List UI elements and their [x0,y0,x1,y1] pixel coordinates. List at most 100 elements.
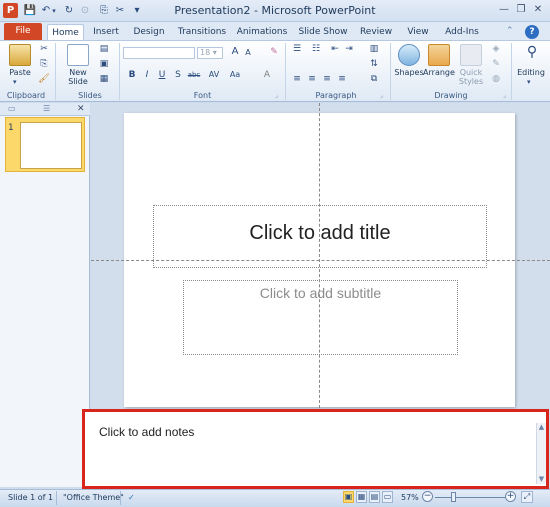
minimize-ribbon-icon[interactable]: ⌃ [506,26,516,38]
tab-slide-show[interactable]: Slide Show [298,24,348,40]
shadow-button[interactable]: S [172,70,184,80]
clear-formatting-icon[interactable]: ✎ [268,47,280,57]
shapes-icon[interactable] [398,44,420,66]
slides-tab-icon[interactable]: ▭ [8,104,18,114]
editing-dropdown-icon[interactable]: ▾ [527,78,531,86]
slide-sorter-icon[interactable]: ▦ [356,491,367,503]
font-dialog-launcher-icon[interactable]: ⌟ [275,92,278,99]
paste-label[interactable]: Paste [5,68,35,77]
editing-label[interactable]: Editing [514,68,548,77]
font-name-dropdown[interactable] [123,47,195,59]
slide-show-icon[interactable]: ▭ [382,491,393,503]
copy-icon[interactable]: ⎘ [97,4,111,18]
align-left-icon[interactable]: ≡ [291,74,303,84]
notes-placeholder-text[interactable]: Click to add notes [99,425,194,439]
theme-status[interactable]: "Office Theme" [63,492,124,504]
repeat-icon[interactable]: ⊙ [78,4,92,18]
minimize-button[interactable]: — [496,3,512,17]
reading-view-icon[interactable]: ▤ [369,491,380,503]
tab-view[interactable]: View [403,24,433,40]
align-center-icon[interactable]: ≡ [306,74,318,84]
font-size-dropdown[interactable]: 18 ▾ [197,47,223,59]
zoom-level[interactable]: 57% [401,492,419,504]
section-icon[interactable]: ▦ [98,74,110,84]
decrease-indent-icon[interactable]: ⇤ [329,44,341,54]
quick-styles-icon[interactable] [460,44,482,66]
paragraph-dialog-launcher-icon[interactable]: ⌟ [380,92,383,99]
close-button[interactable]: ✕ [530,3,546,17]
shrink-font-icon[interactable]: A [242,48,254,58]
zoom-in-button[interactable]: + [505,491,516,502]
arrange-icon[interactable] [428,44,450,66]
underline-button[interactable]: U [156,70,168,80]
redo-icon[interactable]: ↻ [62,4,76,18]
scroll-down-icon[interactable]: ▼ [537,475,546,484]
layout-icon[interactable]: ▤ [98,44,110,54]
drawing-dialog-launcher-icon[interactable]: ⌟ [503,92,506,99]
group-label-font: Font [193,91,212,100]
tab-add-ins[interactable]: Add-Ins [443,24,481,40]
subtitle-placeholder-text[interactable]: Click to add subtitle [183,285,458,301]
powerpoint-app-icon[interactable]: P [3,3,18,18]
numbering-icon[interactable]: ☷ [310,44,322,54]
columns-icon[interactable]: ▥ [368,44,380,54]
copy-icon[interactable]: ⎘ [38,59,50,69]
outline-tab-icon[interactable]: ☰ [43,104,53,114]
customize-qat-icon[interactable]: ▾ [130,4,144,18]
tab-home[interactable]: Home [47,24,84,40]
text-direction-icon[interactable]: ⇅ [368,59,380,69]
tab-file[interactable]: File [4,23,42,40]
find-binoculars-icon[interactable]: ⚲ [522,44,542,64]
undo-dropdown-icon[interactable]: ▾ [50,4,58,18]
new-slide-label[interactable]: New [60,68,96,77]
grow-font-icon[interactable]: A [229,47,241,57]
shapes-label[interactable]: Shapes [393,68,425,77]
close-pane-icon[interactable]: ✕ [77,104,87,114]
paste-icon[interactable] [9,44,31,66]
tab-animations[interactable]: Animations [236,24,288,40]
slide-thumbnail[interactable] [20,122,82,169]
bold-button[interactable]: B [126,70,138,80]
bullets-icon[interactable]: ☰ [291,44,303,54]
format-painter-icon[interactable]: 🖌 [38,74,50,84]
cut-icon[interactable]: ✂ [38,44,50,54]
change-case-button[interactable]: Aa [229,70,241,80]
zoom-slider-thumb[interactable] [451,492,456,502]
smartart-icon[interactable]: ⧉ [368,74,380,84]
shape-effects-icon[interactable]: ◍ [490,74,502,84]
spell-check-icon[interactable]: ✓ [128,492,135,504]
slide-count-status[interactable]: Slide 1 of 1 [8,492,53,504]
scroll-up-icon[interactable]: ▲ [537,423,546,432]
quick-styles-label[interactable]: Quick [455,68,487,77]
fit-to-window-icon[interactable]: ⤢ [521,491,533,503]
tab-review[interactable]: Review [358,24,394,40]
shape-outline-icon[interactable]: ✎ [490,59,502,69]
new-slide-icon[interactable] [67,44,89,66]
notes-pane[interactable] [82,409,549,489]
reset-icon[interactable]: ▣ [98,59,110,69]
tab-design[interactable]: Design [130,24,168,40]
zoom-slider[interactable] [435,497,505,498]
justify-icon[interactable]: ≡ [336,74,348,84]
shape-fill-icon[interactable]: ◈ [490,44,502,54]
increase-indent-icon[interactable]: ⇥ [343,44,355,54]
group-label-slides: Slides [78,91,102,100]
paste-dropdown-icon[interactable]: ▾ [13,78,17,86]
save-icon[interactable]: 💾 [23,4,37,18]
title-placeholder-text[interactable]: Click to add title [153,222,487,245]
tab-insert[interactable]: Insert [89,24,123,40]
new-slide-label-2[interactable]: Slide [60,77,96,86]
strikethrough-button[interactable]: abc [186,70,202,80]
character-spacing-button[interactable]: AV [208,70,220,80]
tab-transitions[interactable]: Transitions [176,24,228,40]
align-right-icon[interactable]: ≡ [321,74,333,84]
font-color-button[interactable]: A [261,70,273,80]
arrange-label[interactable]: Arrange [423,68,455,77]
zoom-out-button[interactable]: − [422,491,433,502]
normal-view-icon[interactable]: ▣ [343,491,354,503]
italic-button[interactable]: I [141,70,153,80]
restore-button[interactable]: ❐ [513,3,529,17]
cut-icon[interactable]: ✂ [113,4,127,18]
quick-styles-label-2[interactable]: Styles [455,77,487,86]
help-icon[interactable]: ? [525,25,539,39]
